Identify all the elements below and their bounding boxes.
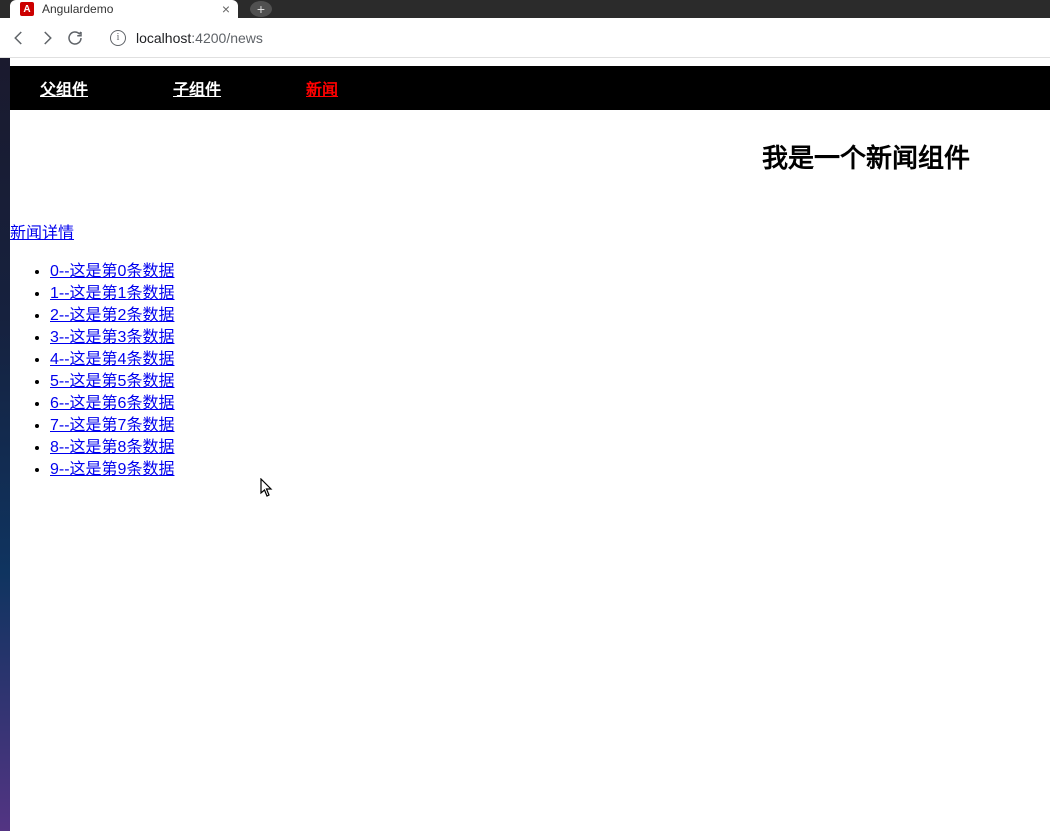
news-item-link-8[interactable]: 8--这是第8条数据 [50, 439, 174, 456]
address-bar[interactable]: i localhost:4200/news [100, 24, 1040, 52]
mouse-cursor-icon [260, 478, 276, 498]
url-display: localhost:4200/news [136, 30, 263, 46]
browser-tab-active[interactable]: A Angulardemo × [10, 0, 238, 18]
news-item-link-5[interactable]: 5--这是第5条数据 [50, 373, 174, 390]
arrow-left-icon [10, 29, 28, 47]
news-detail-link[interactable]: 新闻详情 [10, 219, 74, 243]
list-item: 4--这是第4条数据 [50, 349, 1050, 370]
reload-icon [66, 29, 84, 47]
news-item-link-3[interactable]: 3--这是第3条数据 [50, 329, 174, 346]
list-item: 5--这是第5条数据 [50, 371, 1050, 392]
page-content: 父组件 子组件 新闻 我是一个新闻组件 新闻详情 0--这是第0条数据 1--这是第1… [10, 58, 1050, 831]
url-path: /news [226, 30, 263, 46]
plus-icon: + [257, 1, 265, 17]
tab-close-icon[interactable]: × [222, 1, 230, 17]
nav-item-1[interactable]: 子组件 [173, 76, 221, 100]
list-item: 0--这是第0条数据 [50, 261, 1050, 282]
browser-toolbar: i localhost:4200/news [0, 18, 1050, 58]
url-port: :4200 [191, 30, 226, 46]
page-title: 我是一个新闻组件 [10, 138, 970, 175]
angular-favicon-icon: A [20, 2, 34, 16]
tab-title: Angulardemo [42, 2, 113, 16]
forward-button[interactable] [38, 29, 56, 47]
list-item: 6--这是第6条数据 [50, 393, 1050, 414]
list-item: 9--这是第9条数据 [50, 459, 1050, 480]
news-item-link-1[interactable]: 1--这是第1条数据 [50, 285, 174, 302]
back-button[interactable] [10, 29, 28, 47]
browser-tab-strip: A Angulardemo × + [0, 0, 1050, 18]
tab-bar: A Angulardemo × + [0, 0, 272, 18]
news-item-link-2[interactable]: 2--这是第2条数据 [50, 307, 174, 324]
page-nav: 父组件 子组件 新闻 [10, 66, 1050, 110]
new-tab-button[interactable]: + [250, 1, 272, 17]
list-item: 8--这是第8条数据 [50, 437, 1050, 458]
news-item-link-9[interactable]: 9--这是第9条数据 [50, 461, 174, 478]
list-item: 7--这是第7条数据 [50, 415, 1050, 436]
news-item-link-7[interactable]: 7--这是第7条数据 [50, 417, 174, 434]
desktop-sliver [0, 58, 10, 831]
arrow-right-icon [38, 29, 56, 47]
nav-item-2[interactable]: 新闻 [306, 76, 338, 100]
nav-item-0[interactable]: 父组件 [40, 76, 88, 100]
news-item-link-4[interactable]: 4--这是第4条数据 [50, 351, 174, 368]
list-item: 2--这是第2条数据 [50, 305, 1050, 326]
news-item-link-6[interactable]: 6--这是第6条数据 [50, 395, 174, 412]
list-item: 3--这是第3条数据 [50, 327, 1050, 348]
site-info-icon[interactable]: i [110, 30, 126, 46]
reload-button[interactable] [66, 29, 84, 47]
list-item: 1--这是第1条数据 [50, 283, 1050, 304]
news-list: 0--这是第0条数据 1--这是第1条数据 2--这是第2条数据 3--这是第3条数据… [10, 261, 1050, 480]
news-item-link-0[interactable]: 0--这是第0条数据 [50, 263, 174, 280]
url-host: localhost [136, 30, 191, 46]
